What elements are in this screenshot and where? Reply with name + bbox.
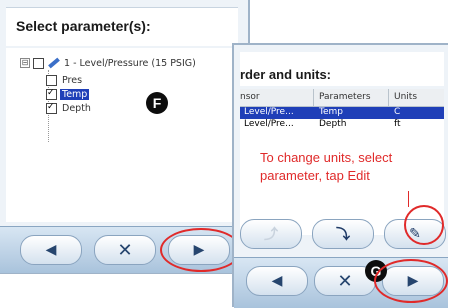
parameter-item-pres[interactable]: Pres [46, 73, 84, 87]
parameter-label: Pres [62, 74, 83, 86]
parameter-label: Depth [62, 102, 91, 114]
parameter-item-temp[interactable]: Temp [46, 87, 90, 101]
title-bar: rder and units: [240, 52, 444, 86]
parameter-tree: ⊟ 1 - Level/Pressure (15 PSIG) Pres Temp… [6, 48, 238, 222]
column-header-parameters[interactable]: Parameters [319, 92, 371, 102]
cell-sensor: Level/Pre... [244, 119, 294, 129]
back-button[interactable]: ◀ [246, 266, 308, 296]
table-header: nsor Parameters Units [240, 89, 444, 107]
sensor-tree-node[interactable]: ⊟ 1 - Level/Pressure (15 PSIG) [20, 56, 196, 70]
column-divider [313, 89, 314, 106]
x-icon: ✕ [117, 239, 133, 261]
parameter-item-depth[interactable]: Depth [46, 101, 93, 115]
cell-parameter: Temp [319, 107, 343, 117]
pres-checkbox[interactable] [46, 74, 57, 86]
column-divider [388, 89, 389, 106]
move-down-button[interactable]: ⤵ [312, 219, 374, 249]
temp-checkbox[interactable] [46, 88, 57, 100]
order-and-units-screen: rder and units: nsor Parameters Units Le… [232, 43, 448, 308]
sensor-pencil-icon [48, 57, 60, 69]
instruction-annotation: To change units, select parameter, tap E… [260, 150, 393, 183]
column-header-sensor[interactable]: nsor [240, 92, 260, 102]
screen-title: rder and units: [240, 67, 332, 82]
collapse-icon[interactable]: ⊟ [20, 58, 30, 68]
back-arrow-icon: ◀ [271, 273, 283, 289]
cell-sensor: Level/Pre... [244, 107, 294, 117]
back-arrow-icon: ◀ [45, 242, 57, 258]
cell-unit: C [394, 107, 401, 117]
cell-parameter: Depth [319, 119, 347, 129]
annotation-pointer [408, 191, 409, 207]
callout-f-badge: F [146, 92, 168, 114]
x-icon: ✕ [337, 270, 353, 292]
move-up-button[interactable]: ⤴ [240, 219, 302, 249]
table-row[interactable]: Level/Pre... Depth ft [240, 119, 444, 131]
depth-checkbox[interactable] [46, 102, 57, 114]
column-header-units[interactable]: Units [394, 92, 417, 102]
cancel-button[interactable]: ✕ [94, 235, 156, 265]
cell-unit: ft [394, 119, 401, 129]
back-button[interactable]: ◀ [20, 235, 82, 265]
table-row[interactable]: Level/Pre... Temp C [240, 107, 444, 119]
sensor-label: 1 - Level/Pressure (15 PSIG) [64, 57, 196, 69]
highlight-ring [160, 228, 242, 272]
screen-title: Select parameter(s): [16, 18, 151, 34]
up-arrow-icon: ⤴ [264, 227, 278, 243]
down-arrow-icon: ⤵ [336, 227, 350, 243]
title-bar: Select parameter(s): [6, 7, 238, 46]
select-parameters-screen: Select parameter(s): ⊟ 1 - Level/Pressur… [0, 0, 250, 274]
edit-highlight-ring [404, 205, 444, 245]
highlight-ring [374, 259, 448, 303]
parameter-label: Temp [60, 88, 90, 100]
sensor-checkbox[interactable] [33, 57, 44, 69]
